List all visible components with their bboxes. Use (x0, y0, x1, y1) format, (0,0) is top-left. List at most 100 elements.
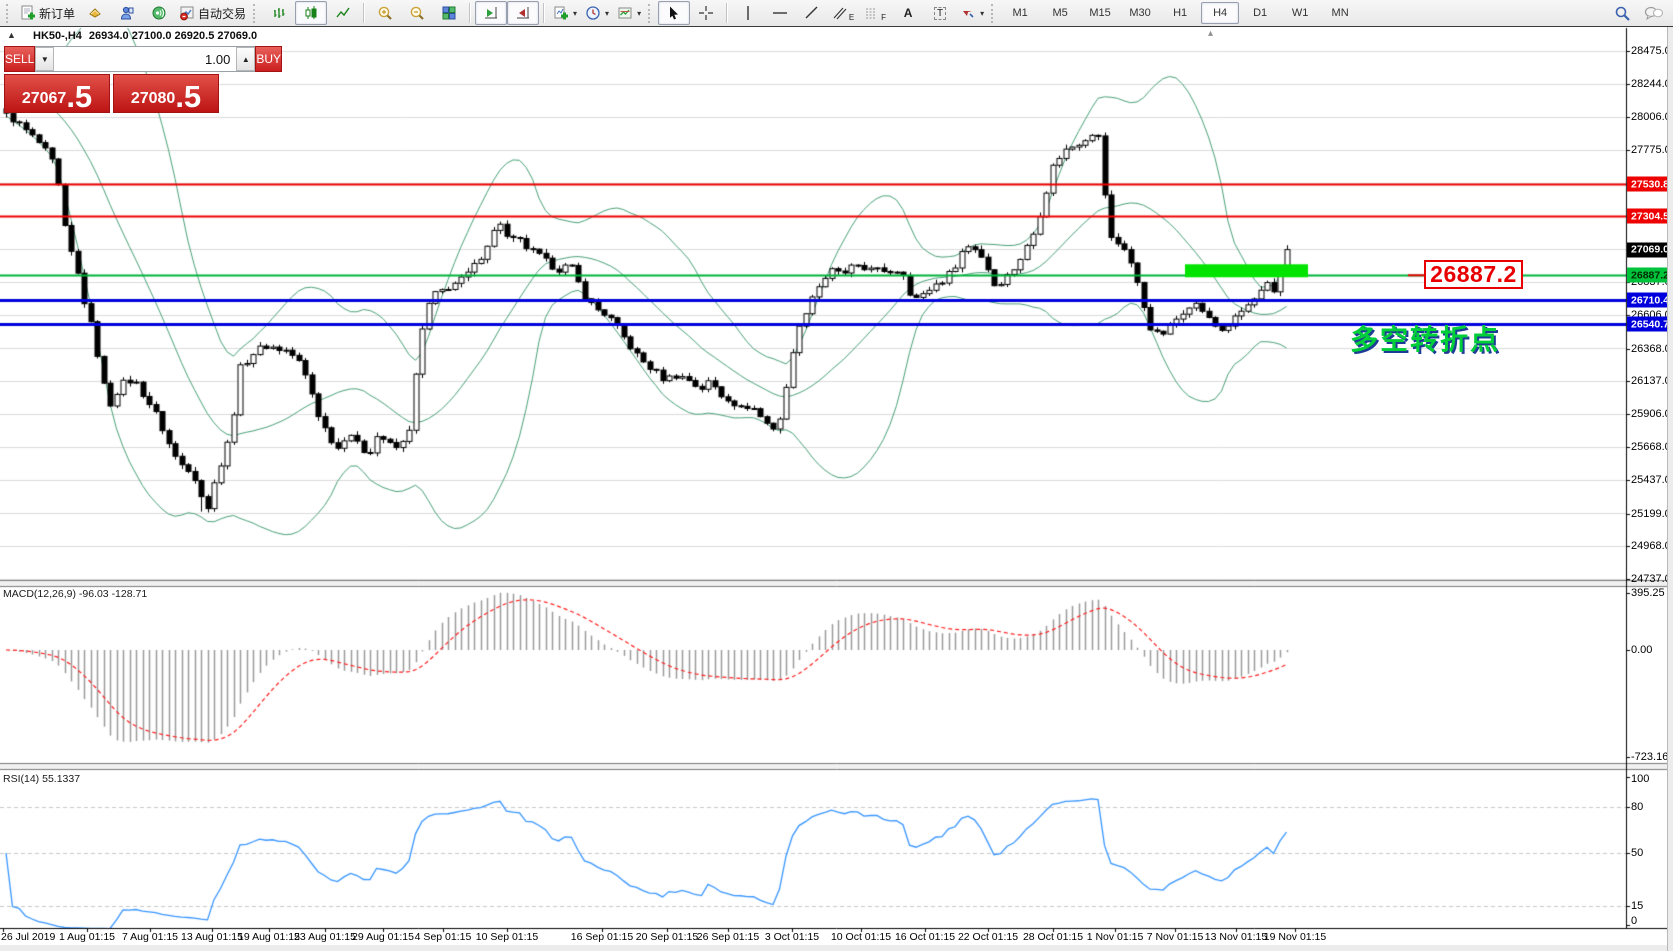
text-label-button[interactable]: T (924, 1, 956, 25)
sell-price-tile[interactable]: 27067 .5 (4, 74, 110, 113)
templates-button[interactable]: ▾ (613, 1, 645, 25)
toolbar-grip[interactable] (6, 4, 11, 23)
timeframe-w1-button[interactable]: W1 (1281, 2, 1319, 24)
bar-chart-button[interactable] (263, 1, 295, 25)
new-order-icon (20, 5, 36, 21)
timeframe-h4-button[interactable]: H4 (1201, 2, 1239, 24)
timeframe-m1-button[interactable]: M1 (1001, 2, 1039, 24)
chat-icon (1644, 5, 1664, 21)
date-tick-label: 10 Sep 01:15 (476, 931, 538, 943)
sell-price-main: 27067 (22, 91, 67, 107)
auto-scroll-button[interactable] (475, 1, 507, 25)
chart-canvas[interactable] (0, 0, 1673, 951)
zoom-in-button[interactable] (369, 1, 401, 25)
price-tick-label: 25906.0 (1631, 408, 1671, 420)
toolbar-grip[interactable] (253, 4, 258, 23)
horizontal-line-button[interactable] (764, 1, 796, 25)
trendline-icon (804, 5, 820, 21)
volume-down-button[interactable]: ▼ (35, 47, 54, 71)
volume-input[interactable] (54, 47, 236, 71)
price-tick-label: 28475.0 (1631, 45, 1671, 57)
timeframe-m15-button[interactable]: M15 (1081, 2, 1119, 24)
timeframe-m30-button[interactable]: M30 (1121, 2, 1159, 24)
buy-price-tile[interactable]: 27080 .5 (113, 74, 219, 113)
cursor-icon (666, 5, 682, 21)
mt4-window: { "toolbar": { "new_order_label": "新订单",… (0, 0, 1673, 951)
arrows-button[interactable]: ▾ (956, 1, 988, 25)
candlestick-icon (303, 5, 319, 21)
rsi-axis-label: 15 (1631, 900, 1643, 912)
shift-chart-button[interactable] (507, 1, 539, 25)
timeframe-h1-button[interactable]: H1 (1161, 2, 1199, 24)
tile-windows-button[interactable] (433, 1, 465, 25)
autotrading-icon (179, 5, 195, 21)
line-chart-icon (335, 5, 351, 21)
chart-title: HK50-,H426934.0 27100.0 26920.5 27069.0 (33, 30, 264, 42)
indicators-button[interactable]: ▾ (549, 1, 581, 25)
timeframe-d1-button[interactable]: D1 (1241, 2, 1279, 24)
price-tick-label: 25437.0 (1631, 474, 1671, 486)
template-icon (617, 5, 633, 21)
market-watch-button[interactable] (79, 1, 111, 25)
date-tick-label: 1 Nov 01:15 (1087, 931, 1144, 943)
crosshair-icon (698, 5, 714, 21)
buy-price-fraction: .5 (175, 84, 201, 109)
person-icon (119, 5, 135, 21)
crosshair-button[interactable] (690, 1, 722, 25)
chevron-down-icon: ▾ (573, 9, 577, 18)
metaeditor-button[interactable] (111, 1, 143, 25)
date-tick-label: 20 Sep 01:15 (636, 931, 698, 943)
cursor-button[interactable] (658, 1, 690, 25)
community-chat-button[interactable] (1638, 1, 1670, 25)
candlestick-button[interactable] (295, 1, 327, 25)
text-button[interactable]: A (892, 1, 924, 25)
new-order-label: 新订单 (39, 5, 75, 22)
timeframe-m5-button[interactable]: M5 (1041, 2, 1079, 24)
label-tool-icon: T (934, 7, 946, 20)
date-tick-label: 7 Nov 01:15 (1147, 931, 1204, 943)
ohlc-values: 26934.0 27100.0 26920.5 27069.0 (89, 30, 257, 42)
fibonacci-button[interactable]: F (860, 1, 892, 25)
buy-button[interactable]: BUY (255, 46, 282, 72)
chevron-down-icon: ▾ (605, 9, 609, 18)
new-order-button[interactable]: 新订单 (16, 1, 79, 25)
trendline-button[interactable] (796, 1, 828, 25)
timeframe-group: M1M5M15M30H1H4D1W1MN (1001, 2, 1359, 24)
line-chart-button[interactable] (327, 1, 359, 25)
vertical-line-button[interactable] (732, 1, 764, 25)
turning-point-note[interactable]: 多空转折点 (1350, 318, 1500, 358)
timeframe-mn-button[interactable]: MN (1321, 2, 1359, 24)
toolbar-grip[interactable] (991, 4, 996, 23)
chart-shift-marker-icon[interactable]: ▴ (1208, 28, 1213, 39)
toolbar-separator (543, 3, 545, 23)
rsi-axis-label: 0 (1631, 915, 1637, 927)
chevron-down-icon: ▾ (980, 9, 984, 18)
panel-collapse-icon[interactable]: ▲ (7, 31, 16, 40)
macd-indicator-label: MACD(12,26,9) -96.03 -128.71 (3, 588, 147, 600)
arrows-icon (960, 5, 976, 21)
date-tick-label: 16 Sep 01:15 (571, 931, 633, 943)
alerts-button[interactable] (143, 1, 175, 25)
date-tick-label: 19 Nov 01:15 (1264, 931, 1326, 943)
zoom-out-button[interactable] (401, 1, 433, 25)
date-tick-label: 13 Aug 01:15 (181, 931, 243, 943)
search-button[interactable] (1606, 1, 1638, 25)
toolbar: 新订单 自动交易 ▾ ▾ (0, 0, 1673, 27)
toolbar-separator (726, 3, 728, 23)
price-tick-label: 26137.0 (1631, 375, 1671, 387)
toolbar-grip[interactable] (648, 4, 653, 23)
auto-scroll-icon (483, 5, 499, 21)
zoom-out-icon (409, 5, 425, 21)
volume-up-button[interactable]: ▲ (236, 47, 255, 71)
sell-button[interactable]: SELL (4, 46, 35, 72)
channel-button[interactable]: E (828, 1, 860, 25)
price-tick-label: 27775.0 (1631, 144, 1671, 156)
rsi-indicator-label: RSI(14) 55.1337 (3, 773, 80, 785)
fibonacci-icon (865, 6, 879, 20)
periods-button[interactable]: ▾ (581, 1, 613, 25)
level-price-callout[interactable]: 26887.2 (1424, 260, 1523, 289)
shift-chart-icon (515, 5, 531, 21)
window-right-edge (1667, 27, 1673, 951)
autotrading-button[interactable]: 自动交易 (175, 1, 250, 25)
rsi-value: 55.1337 (42, 773, 80, 785)
